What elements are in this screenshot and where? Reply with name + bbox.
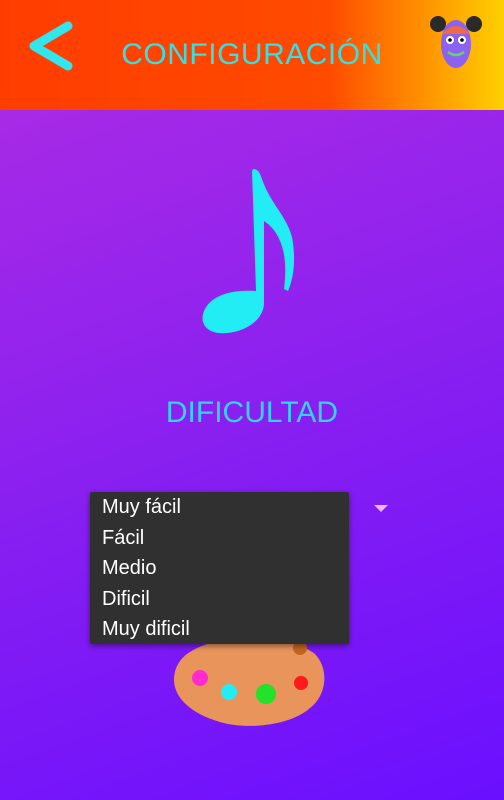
difficulty-label: DIFICULTAD xyxy=(165,396,339,429)
option-muy-dificil[interactable]: Muy dificil xyxy=(90,614,349,645)
option-muy-facil[interactable]: Muy fácil xyxy=(90,492,349,523)
difficulty-dropdown-menu: Muy fácil Fácil Medio Dificil Muy difici… xyxy=(90,492,349,644)
option-dificil[interactable]: Dificil xyxy=(90,584,349,615)
music-note-icon[interactable] xyxy=(198,163,308,338)
paint-palette-icon[interactable] xyxy=(170,636,330,728)
app-header: CONFIGURACIÓN xyxy=(0,0,504,110)
dropdown-arrow-icon[interactable] xyxy=(374,505,388,512)
option-facil[interactable]: Fácil xyxy=(90,523,349,554)
monster-avatar-icon[interactable] xyxy=(428,14,484,74)
option-medio[interactable]: Medio xyxy=(90,553,349,584)
